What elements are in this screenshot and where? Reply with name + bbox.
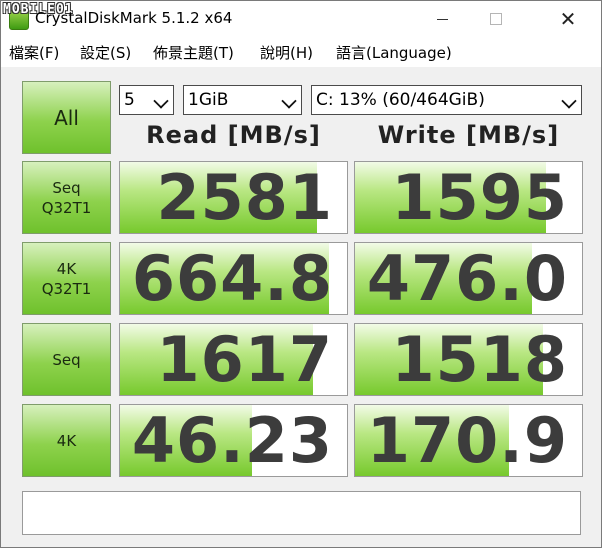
menu-help[interactable]: 說明(H) — [260, 42, 313, 63]
4k-button[interactable]: 4K — [22, 404, 111, 477]
4k-read-cell: 46.23 — [119, 404, 348, 477]
title-bar[interactable]: MOBILE01 CrystalDiskMark 5.1.2 x64 ✕ — [1, 1, 601, 37]
test-size-value: 1GiB — [188, 90, 229, 110]
4k-q32t1-write-value: 476.0 — [366, 242, 568, 315]
minimize-button[interactable] — [419, 1, 465, 37]
maximize-icon — [490, 13, 502, 25]
chevron-down-icon — [153, 93, 169, 109]
seq-write-cell: 1518 — [354, 323, 583, 396]
4k-q32t1-read-value: 664.8 — [131, 242, 333, 315]
seq-q32t1-button[interactable]: Seq Q32T1 — [22, 161, 111, 234]
crystaldiskmark-window: MOBILE01 CrystalDiskMark 5.1.2 x64 ✕ 檔案(… — [0, 0, 602, 548]
menu-language[interactable]: 語言(Language) — [336, 42, 452, 63]
drive-value: C: 13% (60/464GiB) — [316, 90, 485, 110]
test-size-select[interactable]: 1GiB — [183, 85, 302, 115]
4k-q32t1-button[interactable]: 4K Q32T1 — [22, 242, 111, 315]
read-header: Read [MB/s] — [146, 121, 321, 149]
chevron-down-icon — [281, 93, 297, 109]
seq-q32t1-read-value: 2581 — [156, 161, 333, 234]
4k-write-value: 170.9 — [366, 404, 568, 477]
seq-q32t1-label: Seq Q32T1 — [41, 178, 92, 217]
menu-theme[interactable]: 佈景主題(T) — [153, 42, 234, 63]
menu-bar: 檔案(F) 設定(S) 佈景主題(T) 說明(H) 語言(Language) — [1, 37, 601, 67]
seq-read-value: 1617 — [156, 323, 333, 396]
drive-select[interactable]: C: 13% (60/464GiB) — [311, 85, 582, 115]
seq-write-value: 1518 — [391, 323, 568, 396]
close-button[interactable]: ✕ — [545, 1, 591, 37]
seq-q32t1-write-value: 1595 — [391, 161, 568, 234]
4k-label: 4K — [56, 431, 77, 450]
4k-read-value: 46.23 — [131, 404, 333, 477]
menu-file[interactable]: 檔案(F) — [9, 42, 59, 63]
4k-q32t1-write-cell: 476.0 — [354, 242, 583, 315]
comment-field[interactable] — [22, 491, 581, 535]
seq-button[interactable]: Seq — [22, 323, 111, 396]
chevron-down-icon — [561, 93, 577, 109]
window-title: CrystalDiskMark 5.1.2 x64 — [35, 9, 233, 27]
4k-q32t1-read-cell: 664.8 — [119, 242, 348, 315]
test-count-value: 5 — [124, 90, 135, 110]
maximize-button[interactable] — [473, 1, 519, 37]
all-button-label: All — [54, 105, 79, 130]
seq-read-cell: 1617 — [119, 323, 348, 396]
close-icon: ✕ — [559, 7, 577, 31]
4k-write-cell: 170.9 — [354, 404, 583, 477]
all-button[interactable]: All — [22, 81, 111, 154]
seq-label: Seq — [52, 350, 81, 369]
4k-q32t1-label: 4K Q32T1 — [41, 259, 92, 298]
seq-q32t1-write-cell: 1595 — [354, 161, 583, 234]
test-count-select[interactable]: 5 — [119, 85, 174, 115]
seq-q32t1-read-cell: 2581 — [119, 161, 348, 234]
minimize-icon — [436, 18, 448, 20]
menu-settings[interactable]: 設定(S) — [80, 42, 131, 63]
write-header: Write [MB/s] — [377, 121, 560, 149]
